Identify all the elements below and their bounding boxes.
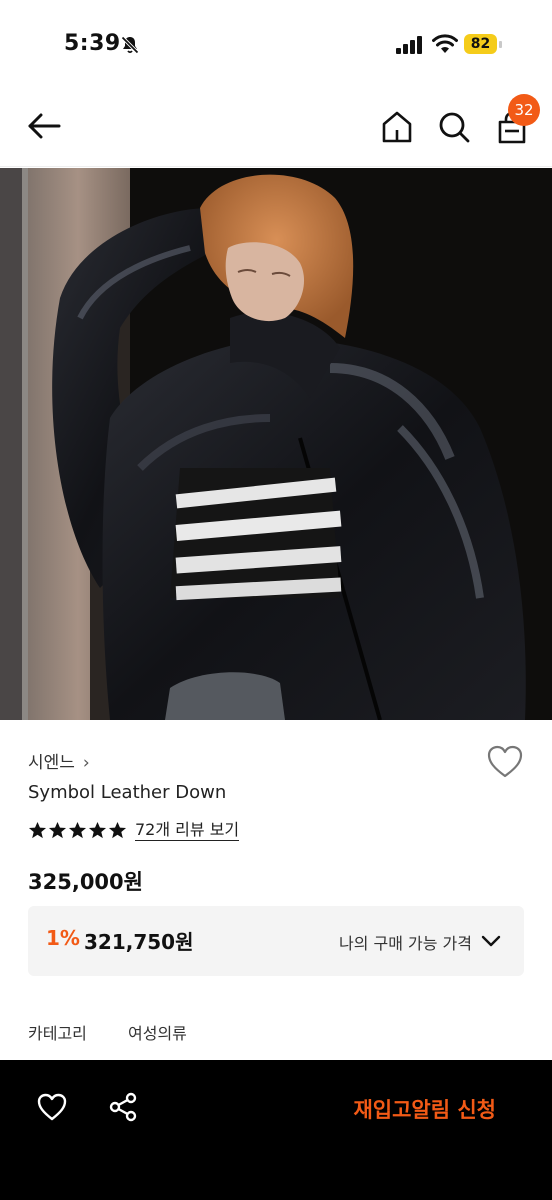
star-icon bbox=[88, 821, 107, 838]
back-arrow-icon[interactable] bbox=[26, 110, 62, 142]
brand-link[interactable]: 시엔느 › bbox=[28, 748, 90, 773]
status-bar: 5:39 82 bbox=[0, 0, 552, 80]
review-link[interactable]: 72개 리뷰 보기 bbox=[135, 820, 240, 841]
cart-count-badge: 32 bbox=[508, 94, 540, 126]
star-rating bbox=[28, 821, 127, 840]
my-price-box[interactable]: 1% 321,750원 나의 구매 가능 가격 bbox=[28, 906, 524, 976]
search-icon[interactable] bbox=[437, 110, 471, 144]
discounted-price: 321,750원 bbox=[84, 930, 194, 954]
heart-outline-icon[interactable] bbox=[486, 744, 524, 780]
star-icon bbox=[108, 821, 127, 838]
star-icon bbox=[68, 821, 87, 838]
star-icon bbox=[28, 821, 47, 838]
wifi-icon bbox=[432, 34, 458, 53]
star-icon bbox=[48, 821, 67, 838]
product-price: 325,000원 bbox=[28, 870, 143, 894]
battery-level: 82 bbox=[464, 34, 497, 54]
bottom-action-bar: 재입고알림 신청 bbox=[0, 1060, 552, 1200]
heart-outline-icon[interactable] bbox=[36, 1092, 68, 1122]
product-title: Symbol Leather Down bbox=[28, 782, 227, 803]
home-icon[interactable] bbox=[380, 110, 414, 144]
rating-row: 72개 리뷰 보기 bbox=[28, 818, 240, 842]
category-label: 카테고리 bbox=[28, 1024, 87, 1043]
navigation-bar: 32 bbox=[0, 90, 552, 167]
bell-slash-icon bbox=[121, 36, 139, 54]
brand-name: 시엔느 bbox=[28, 753, 75, 773]
battery-icon: 82 bbox=[464, 34, 502, 56]
discount-rate: 1% bbox=[46, 926, 80, 950]
chevron-right-icon: › bbox=[82, 753, 90, 773]
product-photo bbox=[0, 168, 552, 720]
status-time: 5:39 bbox=[64, 31, 121, 56]
my-price-label: 나의 구매 가능 가격 bbox=[338, 934, 472, 953]
restock-alert-button[interactable]: 재입고알림 신청 bbox=[353, 1094, 496, 1124]
category-value[interactable]: 여성의류 bbox=[128, 1020, 187, 1044]
product-image[interactable] bbox=[0, 168, 552, 720]
signal-icon bbox=[396, 36, 422, 54]
share-icon[interactable] bbox=[108, 1092, 138, 1122]
chevron-down-icon[interactable] bbox=[480, 932, 502, 950]
